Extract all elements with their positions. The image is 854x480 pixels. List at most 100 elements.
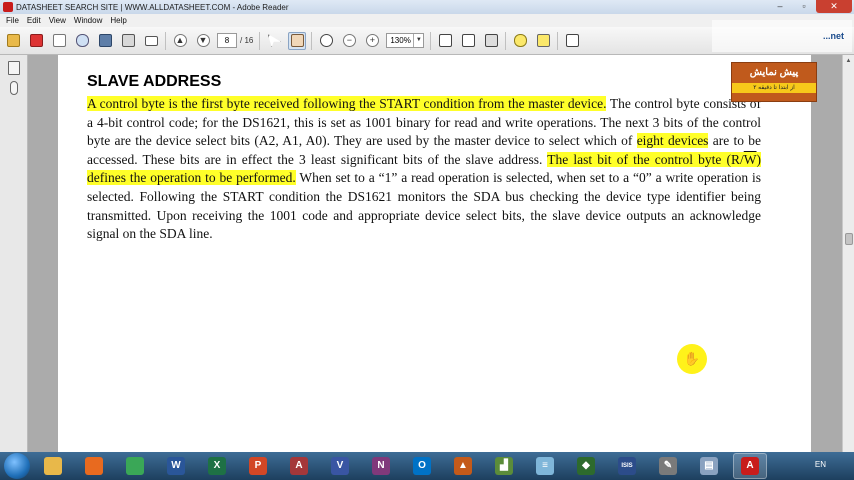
taskbar-powerpoint[interactable]: P (241, 453, 275, 479)
taskbar-excel[interactable]: X (200, 453, 234, 479)
taskbar-document-app[interactable]: ▤ (692, 453, 726, 479)
fit-width-button[interactable] (459, 32, 477, 50)
visio-icon: V (331, 457, 349, 475)
close-button[interactable]: ✕ (816, 0, 852, 13)
expand-arrows-icon (565, 34, 579, 47)
zoom-out-button[interactable]: − (340, 32, 358, 50)
zoom-in-button[interactable]: + (363, 32, 381, 50)
sign-button[interactable] (534, 32, 552, 50)
zoom-select[interactable]: 130% ▼ (386, 33, 425, 48)
taskbar-access[interactable]: A (282, 453, 316, 479)
pdf-page: SLAVE ADDRESS A control byte is the firs… (58, 55, 811, 452)
read-mode-button[interactable] (482, 32, 500, 50)
watermark-badge-title: پیش نمایش (749, 67, 799, 78)
taskbar-tool-app[interactable]: ✎ (651, 453, 685, 479)
taskbar-visio[interactable]: V (323, 453, 357, 479)
highlighted-text: eight devices (636, 133, 709, 149)
open-button[interactable] (4, 32, 22, 50)
taskbar-explorer[interactable] (36, 453, 70, 479)
taskbar-matlab[interactable]: ▲ (446, 453, 480, 479)
select-tool-button[interactable] (265, 32, 283, 50)
watermark-badge: پیش نمایش از ابتدا تا دقیقه ۲ (731, 62, 817, 102)
arrow-up-icon: ▲ (173, 34, 187, 47)
document-app-icon: ▤ (700, 457, 718, 475)
fit-page-button[interactable] (436, 32, 454, 50)
expand-button[interactable] (563, 32, 581, 50)
comment-button[interactable] (511, 32, 529, 50)
hand-icon (290, 34, 304, 47)
save-button[interactable] (96, 32, 114, 50)
hand-cursor-icon: ✋ (683, 351, 701, 366)
maximize-button[interactable]: ▫ (792, 0, 816, 13)
taskbar-chart-app[interactable]: ▟ (487, 453, 521, 479)
taskbar-word[interactable]: W (159, 453, 193, 479)
page-thumbnails-icon[interactable] (7, 61, 20, 75)
start-button[interactable] (4, 453, 30, 479)
taskbar-adobe-reader[interactable]: A (733, 453, 767, 479)
create-pdf-button[interactable] (27, 32, 45, 50)
taskbar-outlook[interactable]: O (405, 453, 439, 479)
page-number-input[interactable]: 8 (217, 33, 237, 48)
adobe-reader-icon: A (741, 457, 759, 475)
edit-button[interactable] (50, 32, 68, 50)
onenote-icon: N (372, 457, 390, 475)
marquee-zoom-button[interactable] (317, 32, 335, 50)
toolbar-divider (165, 31, 166, 50)
chrome-icon (126, 457, 144, 475)
taskbar: W X P A V N O ▲ ▟ ≡ ◆ ISIS ✎ ▤ A EN (0, 452, 854, 480)
next-page-button[interactable]: ▼ (194, 32, 212, 50)
adobe-reader-window: DATASHEET SEARCH SITE | WWW.ALLDATASHEET… (0, 0, 854, 480)
tool-app-icon: ✎ (659, 457, 677, 475)
menu-view[interactable]: View (45, 16, 70, 25)
word-icon: W (167, 457, 185, 475)
scroll-up-icon[interactable]: ▲ (843, 55, 854, 67)
menu-edit[interactable]: Edit (23, 16, 45, 25)
taskbar-onenote[interactable]: N (364, 453, 398, 479)
toolbar-divider (505, 31, 507, 50)
powerpoint-icon: P (249, 457, 267, 475)
zoom-value: 130% (390, 36, 411, 45)
menu-help[interactable]: Help (106, 16, 130, 25)
cursor-arrow-icon (267, 34, 281, 47)
taskbar-firefox[interactable] (77, 453, 111, 479)
attachment-icon[interactable] (9, 81, 18, 95)
envelope-icon (144, 35, 158, 46)
window-controls: – ▫ ✕ (768, 0, 852, 13)
previous-page-button[interactable]: ▲ (171, 32, 189, 50)
minimize-button[interactable]: – (768, 0, 792, 13)
vertical-scrollbar[interactable]: ▲ (842, 55, 854, 452)
outlook-icon: O (413, 457, 431, 475)
scroll-thumb[interactable] (845, 233, 853, 245)
firefox-icon (85, 457, 103, 475)
menu-window[interactable]: Window (70, 16, 106, 25)
proteus-icon: ◆ (577, 457, 595, 475)
window-title: DATASHEET SEARCH SITE | WWW.ALLDATASHEET… (16, 2, 289, 12)
hand-tool-button[interactable] (288, 31, 307, 50)
upload-button[interactable] (73, 32, 91, 50)
toolbar-divider (311, 31, 313, 50)
print-button[interactable] (119, 32, 137, 50)
explorer-icon (44, 457, 62, 475)
save-disk-icon (98, 34, 112, 47)
access-icon: A (290, 457, 308, 475)
watermark-logo: ...net (712, 20, 852, 52)
language-indicator[interactable]: EN (815, 460, 826, 469)
taskbar-notepad[interactable]: ≡ (528, 453, 562, 479)
taskbar-chrome[interactable] (118, 453, 152, 479)
watermark-logo-text: ...net (822, 31, 844, 41)
document-area[interactable]: SLAVE ADDRESS A control byte is the firs… (28, 55, 842, 452)
speech-bubble-icon (513, 34, 527, 47)
body-paragraph: A control byte is the first byte receive… (87, 95, 761, 244)
printer-icon (121, 34, 135, 47)
isis-icon: ISIS (618, 457, 636, 475)
toolbar-divider (557, 31, 559, 50)
highlighted-text-overline: W (743, 151, 757, 167)
email-button[interactable] (142, 32, 160, 50)
taskbar-isis[interactable]: ISIS (610, 453, 644, 479)
cursor-highlight: ✋ (677, 344, 707, 374)
read-mode-icon (484, 34, 498, 47)
cloud-upload-icon (75, 34, 89, 47)
minus-icon: − (342, 34, 356, 47)
menu-file[interactable]: File (2, 16, 23, 25)
taskbar-proteus[interactable]: ◆ (569, 453, 603, 479)
